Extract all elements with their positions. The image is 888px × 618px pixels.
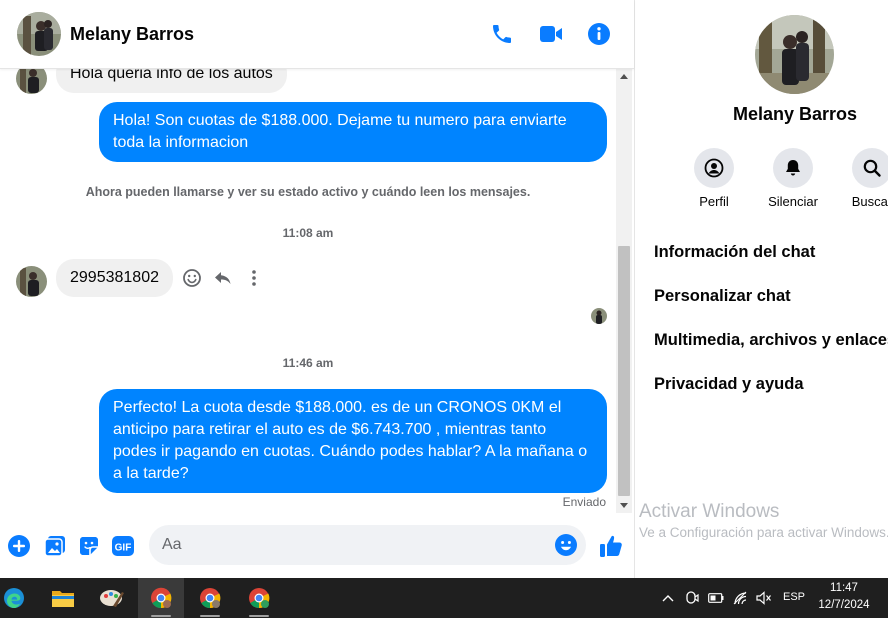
delivery-status: Enviado <box>562 495 606 509</box>
outgoing-message[interactable]: Perfecto! La cuota desde $188.000. es de… <box>99 389 607 493</box>
language-indicator[interactable]: ESP <box>783 591 805 603</box>
windows-taskbar: ESP 11:47 12/7/2024 <box>0 578 888 618</box>
menu-privacy-help[interactable]: Privacidad y ayuda <box>654 375 804 394</box>
contact-avatar-small[interactable] <box>16 266 47 297</box>
incoming-message-phone[interactable]: 2995381802 <box>56 259 173 297</box>
timestamp-separator: 11:08 am <box>282 226 334 240</box>
app-window: Melany Barros Hola queria info de los au… <box>0 0 888 618</box>
search-icon[interactable] <box>852 148 888 188</box>
phone-call-icon[interactable] <box>488 20 516 48</box>
gif-icon[interactable]: GIF <box>110 533 136 559</box>
file-explorer-icon[interactable] <box>40 578 86 618</box>
chrome-profile-3-icon[interactable] <box>236 578 282 618</box>
plus-circle-icon[interactable] <box>6 533 32 559</box>
watermark-title: Activar Windows <box>639 501 780 522</box>
scroll-up-arrow-icon[interactable] <box>616 69 632 85</box>
chrome-browser-icon[interactable] <box>138 578 184 618</box>
contact-avatar[interactable] <box>17 12 61 56</box>
edge-browser-icon[interactable] <box>0 578 37 618</box>
bell-icon[interactable] <box>773 148 813 188</box>
contact-name[interactable]: Melany Barros <box>70 24 194 45</box>
show-hidden-icons-chevron-icon[interactable] <box>658 588 678 608</box>
search-label: Buscar <box>851 194 888 209</box>
scroll-thumb[interactable] <box>618 246 630 496</box>
chrome-profile-2-icon[interactable] <box>187 578 233 618</box>
clock-date[interactable]: 12/7/2024 <box>812 599 876 611</box>
sticker-icon[interactable] <box>76 533 102 559</box>
message-input-wrapper <box>149 525 586 565</box>
contact-avatar-small[interactable] <box>16 69 47 94</box>
paint-app-icon[interactable] <box>89 578 135 618</box>
message-input[interactable] <box>149 525 549 565</box>
chat-pane: Melany Barros Hola queria info de los au… <box>0 0 634 578</box>
meet-now-icon[interactable] <box>682 588 702 608</box>
contact-profile-photo[interactable] <box>755 15 834 94</box>
menu-customize-chat[interactable]: Personalizar chat <box>654 287 791 306</box>
emoji-icon[interactable] <box>554 533 578 557</box>
battery-icon[interactable] <box>706 588 726 608</box>
svg-text:GIF: GIF <box>115 543 132 554</box>
chat-header: Melany Barros <box>0 0 634 69</box>
react-emoji-icon[interactable] <box>179 265 205 291</box>
info-icon[interactable] <box>585 20 613 48</box>
incoming-message[interactable]: Hola queria info de los autos <box>56 69 287 93</box>
menu-media-files-links[interactable]: Multimedia, archivos y enlaces <box>654 331 888 350</box>
scroll-down-arrow-icon[interactable] <box>616 497 632 513</box>
panel-contact-name: Melany Barros <box>732 104 858 124</box>
menu-chat-info[interactable]: Información del chat <box>654 243 815 262</box>
message-composer: GIF <box>0 513 634 578</box>
timestamp-separator: 11:46 am <box>282 356 334 370</box>
message-list: Hola queria info de los autos Hola! Son … <box>0 69 616 513</box>
speaker-muted-icon[interactable] <box>754 588 774 608</box>
photo-gallery-icon[interactable] <box>42 533 68 559</box>
profile-action[interactable]: Perfil <box>674 148 754 209</box>
thumbs-up-icon[interactable] <box>596 531 626 561</box>
chat-info-panel: Melany Barros Perfil Silenciar Buscar In… <box>634 0 888 578</box>
mute-action[interactable]: Silenciar <box>753 148 833 209</box>
read-receipt-avatar <box>591 308 607 324</box>
message-scrollbar[interactable] <box>616 69 632 513</box>
video-call-icon[interactable] <box>537 20 565 48</box>
search-action[interactable]: Buscar <box>832 148 888 209</box>
wifi-icon[interactable] <box>731 588 751 608</box>
outgoing-message[interactable]: Hola! Son cuotas de $188.000. Dejame tu … <box>99 102 607 162</box>
reply-icon[interactable] <box>210 265 236 291</box>
mute-label: Silenciar <box>768 194 818 209</box>
windows-activation-watermark: Activar Windows Ve a Configuración para … <box>639 501 888 540</box>
watermark-subtitle: Ve a Configuración para activar Windows. <box>639 525 888 540</box>
clock-time[interactable]: 11:47 <box>820 582 868 594</box>
more-options-icon[interactable] <box>241 265 267 291</box>
system-note: Ahora pueden llamarse y ver su estado ac… <box>85 185 531 199</box>
profile-icon[interactable] <box>694 148 734 188</box>
profile-label: Perfil <box>699 194 729 209</box>
